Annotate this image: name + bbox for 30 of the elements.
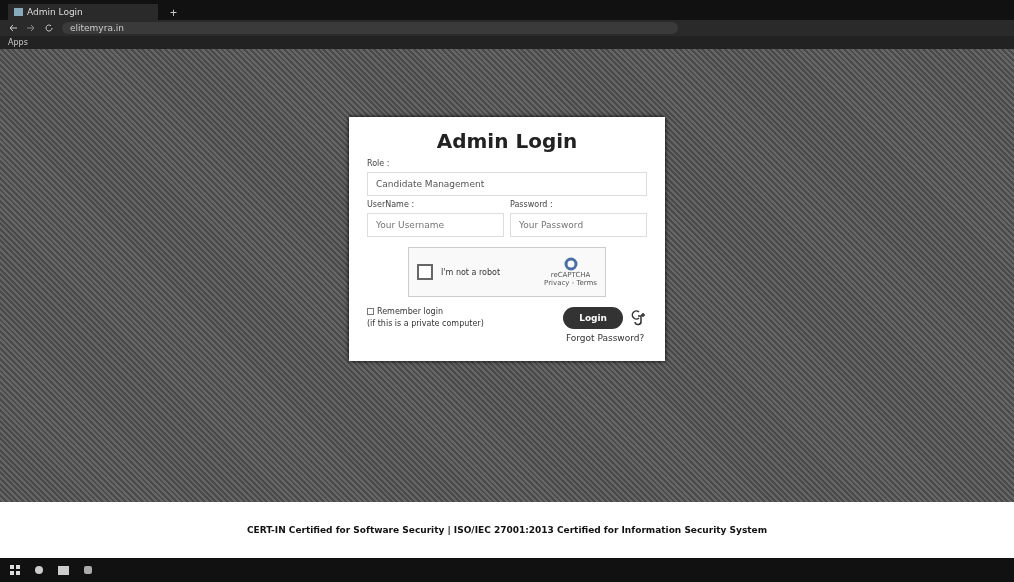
forgot-password-link[interactable]: Forgot Password? (565, 333, 645, 343)
role-select[interactable]: Candidate Management (367, 172, 647, 196)
start-icon[interactable] (10, 565, 20, 575)
role-label: Role : (367, 159, 391, 168)
certification-text: CERT-IN Certified for Software Security | ISO/IEC 27001:2013 Certified for Information Security System (246, 525, 768, 535)
new-tab-button[interactable]: + (166, 6, 181, 20)
browser-icon[interactable] (34, 565, 44, 575)
login-title: Admin Login (435, 129, 579, 153)
remember-note: (if this is a private computer) (367, 319, 484, 328)
username-field[interactable]: Your Username (367, 213, 504, 237)
username-label: UserName : (367, 200, 416, 209)
app-icon[interactable] (83, 565, 93, 575)
address-bar[interactable]: elitemyra.in (62, 22, 678, 34)
login-button[interactable]: Login (563, 307, 623, 329)
password-field[interactable]: Your Password (510, 213, 647, 237)
google-plus-icon[interactable] (631, 309, 647, 327)
back-icon[interactable] (8, 23, 18, 33)
reload-icon[interactable] (44, 23, 54, 33)
remember-checkbox[interactable] (367, 308, 374, 315)
page-icon (14, 8, 23, 16)
forward-icon[interactable] (26, 23, 36, 33)
password-label: Password : (510, 200, 554, 209)
bookmark-item[interactable]: Apps (8, 38, 28, 47)
captcha-label: I'm not a robot (441, 267, 502, 277)
recaptcha-logo-icon (563, 257, 578, 271)
tab-title: Admin Login (27, 7, 83, 17)
browser-tab[interactable]: Admin Login (8, 4, 158, 20)
captcha-checkbox[interactable] (417, 264, 433, 280)
folder-icon[interactable] (58, 565, 69, 575)
remember-label: Remember login (377, 307, 443, 316)
